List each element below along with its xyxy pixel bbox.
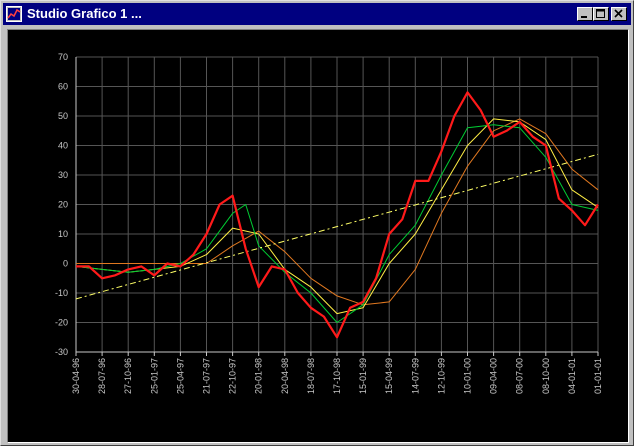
y-tick-label: -30 <box>55 347 68 357</box>
line-chart: -30 -20 -10 0 10 20 30 40 50 60 70 30-04-96 28-07-96… <box>55 52 603 394</box>
x-tick-label: 25-04-97 <box>175 358 185 394</box>
chart-window: Studio Grafico 1 ... -30 -20 -10 0 10 20 30 40 5… <box>0 0 634 446</box>
y-tick-label: -20 <box>55 318 68 328</box>
y-tick-label: 30 <box>58 170 68 180</box>
y-tick-label: 50 <box>58 111 68 121</box>
y-tick-label: 10 <box>58 229 68 239</box>
y-tick-label: 0 <box>63 259 68 269</box>
x-tick-label: 22-10-97 <box>228 358 238 394</box>
y-tick-label: 20 <box>58 200 68 210</box>
y-tick-label: -10 <box>55 288 68 298</box>
x-tick-label: 14-07-99 <box>410 358 420 394</box>
x-tick-label: 28-07-96 <box>97 358 107 394</box>
x-tick-label: 10-01-00 <box>463 358 473 394</box>
maximize-button[interactable] <box>593 7 609 21</box>
x-tick-label: 20-01-98 <box>254 358 264 394</box>
chart-area: -30 -20 -10 0 10 20 30 40 50 60 70 30-04-96 28-07-96… <box>7 29 629 443</box>
x-tick-label: 08-07-00 <box>515 358 525 394</box>
chart-app-icon <box>6 6 22 22</box>
window-title: Studio Grafico 1 ... <box>27 6 142 21</box>
y-tick-label: 70 <box>58 52 68 62</box>
close-icon <box>614 9 623 18</box>
minimize-icon <box>581 16 587 18</box>
x-tick-label: 04-01-01 <box>567 358 577 394</box>
x-tick-label: 25-01-97 <box>149 358 159 394</box>
x-tick-label: 09-04-00 <box>489 358 499 394</box>
x-tick-label: 01-01-01 <box>593 358 603 394</box>
x-tick-label: 15-04-99 <box>384 358 394 394</box>
minimize-button[interactable] <box>577 7 593 21</box>
x-tick-label: 18-07-98 <box>306 358 316 394</box>
y-tick-label: 60 <box>58 82 68 92</box>
title-bar[interactable]: Studio Grafico 1 ... <box>3 3 631 25</box>
x-tick-label: 27-10-96 <box>123 358 133 394</box>
x-tick-label: 21-07-97 <box>202 358 212 394</box>
x-tick-label: 17-10-98 <box>332 358 342 394</box>
close-button[interactable] <box>611 7 627 21</box>
maximize-icon <box>596 9 605 18</box>
x-tick-label: 20-04-98 <box>280 358 290 394</box>
x-tick-label: 30-04-96 <box>71 358 81 394</box>
x-tick-label: 12-10-99 <box>436 358 446 394</box>
x-tick-label: 15-01-99 <box>358 358 368 394</box>
x-tick-label: 08-10-00 <box>541 358 551 394</box>
y-tick-label: 40 <box>58 141 68 151</box>
